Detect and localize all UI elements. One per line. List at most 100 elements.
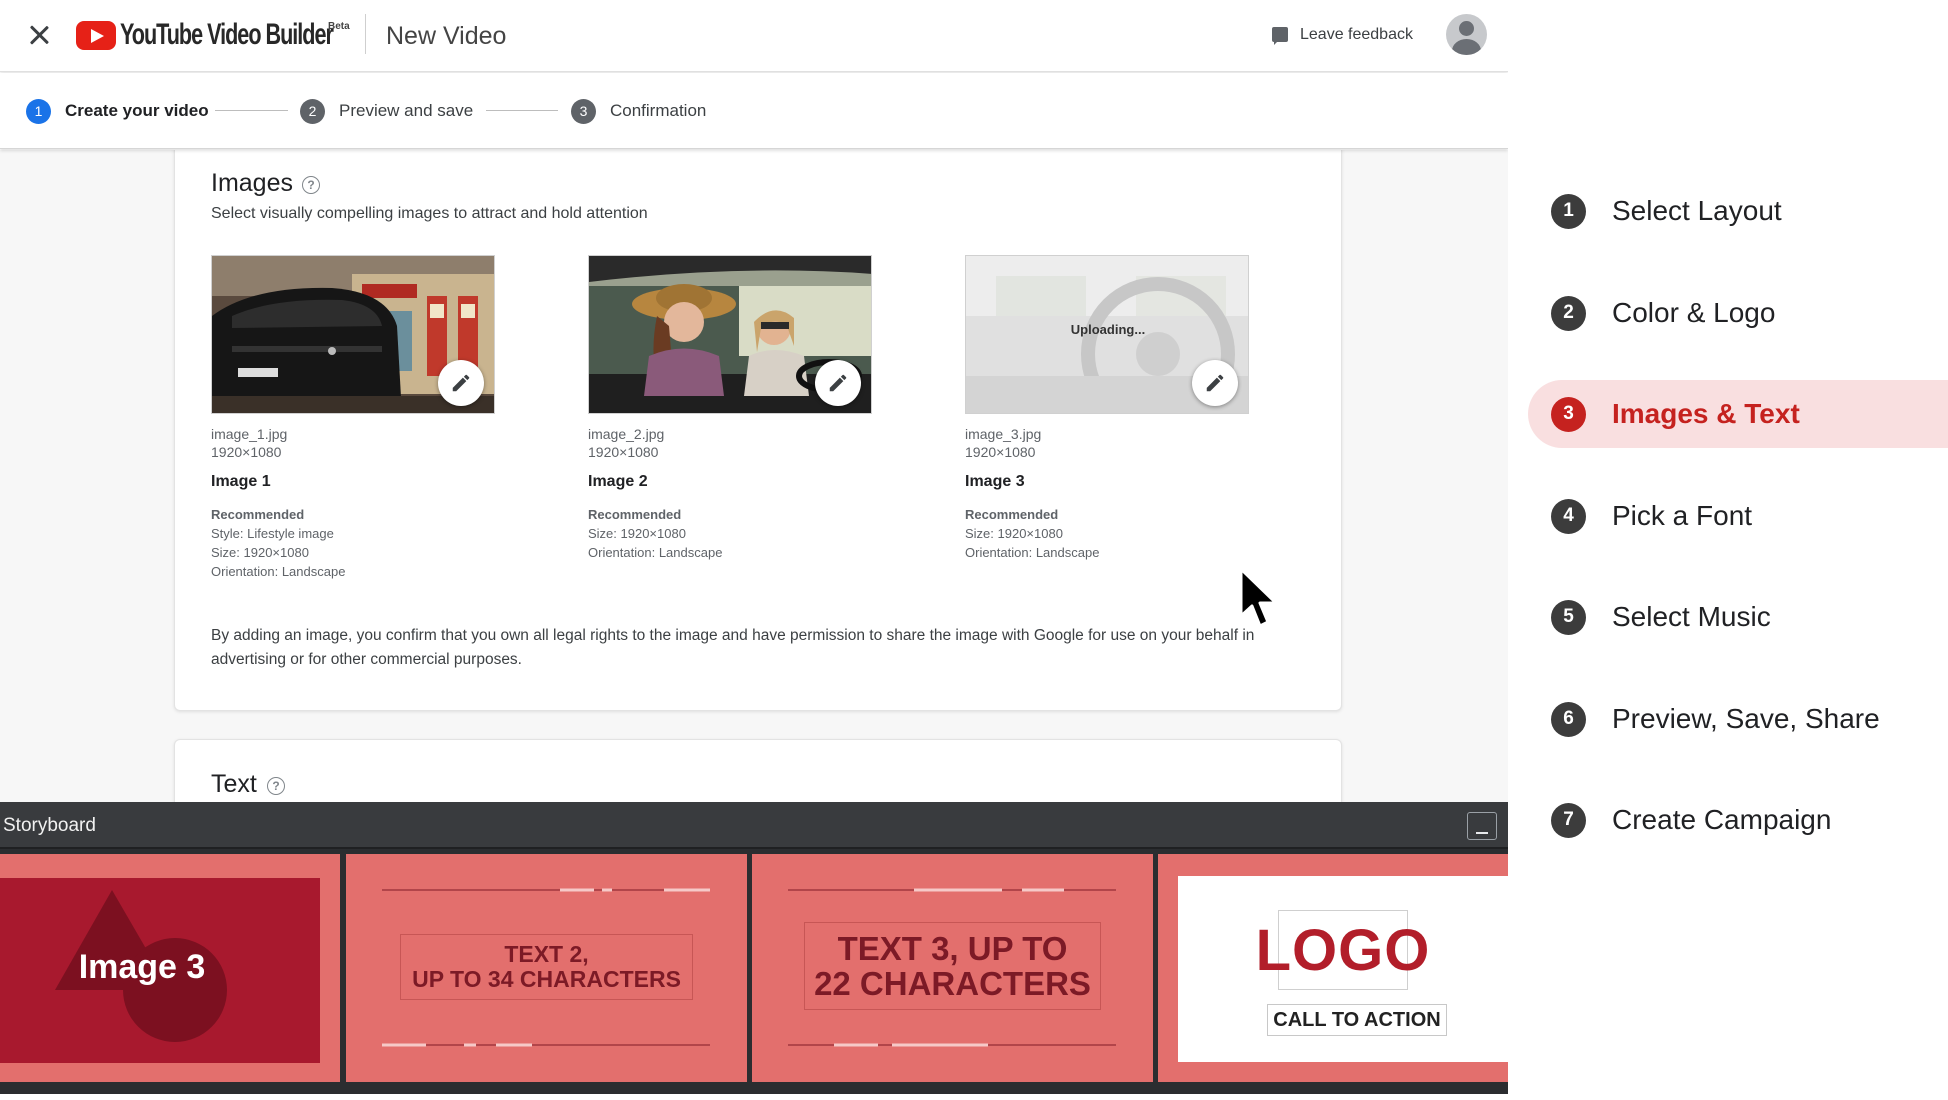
image-dimensions: 1920×1080 xyxy=(588,444,659,460)
help-icon[interactable]: ? xyxy=(302,176,320,194)
storyboard-header: Storyboard xyxy=(0,802,1508,849)
side-step-color-logo[interactable]: 2 Color & Logo xyxy=(1528,279,1948,347)
images-card: Images ? Select visually compelling imag… xyxy=(174,150,1342,711)
step-number: 3 xyxy=(571,98,596,124)
image-placeholder-label: Image 3 xyxy=(78,948,206,986)
side-step-number: 7 xyxy=(1551,802,1586,838)
side-step-number: 3 xyxy=(1551,396,1586,432)
storyboard-frame-1[interactable]: Image 3 xyxy=(0,854,340,1082)
image-placeholder: Image 3 xyxy=(0,878,320,1063)
step-connector xyxy=(486,110,558,111)
edit-image-button[interactable] xyxy=(438,360,484,406)
step-preview-and-save[interactable]: 2 Preview and save xyxy=(300,98,473,124)
mouse-cursor-icon xyxy=(1239,567,1278,628)
brand-name: YouTube Video Builder xyxy=(120,18,334,51)
side-step-label: Pick a Font xyxy=(1612,500,1753,531)
recommended-line: Size: 1920×1080 xyxy=(211,545,309,560)
side-step-preview-save-share[interactable]: 6 Preview, Save, Share xyxy=(1528,685,1948,753)
side-step-select-layout[interactable]: 1 Select Layout xyxy=(1528,177,1948,245)
side-step-number: 2 xyxy=(1551,295,1586,331)
storyboard-frame-2[interactable]: TEXT 2, UP TO 34 CHARACTERS xyxy=(346,854,747,1082)
image-slot-1: image_1.jpg 1920×1080 Image 1 Recommende… xyxy=(211,255,495,581)
youtube-logo-icon xyxy=(76,21,116,50)
images-section-title: Images xyxy=(211,169,293,197)
image-name: Image 1 xyxy=(211,473,271,490)
call-to-action-placeholder: CALL TO ACTION xyxy=(1267,1004,1447,1036)
beta-badge: Beta xyxy=(328,21,350,32)
side-step-label: Color & Logo xyxy=(1612,297,1776,328)
pencil-icon xyxy=(829,374,847,392)
storyboard-frame-4[interactable]: LOGO CALL TO ACTION xyxy=(1158,854,1508,1082)
header-divider xyxy=(365,14,366,54)
image-thumbnail[interactable] xyxy=(211,255,495,414)
uploading-label: Uploading... xyxy=(1070,322,1146,337)
side-step-pick-a-font[interactable]: 4 Pick a Font xyxy=(1528,482,1948,550)
step-label: Confirmation xyxy=(610,101,707,120)
step-create-your-video[interactable]: 1 Create your video xyxy=(26,98,209,124)
image-name: Image 3 xyxy=(965,473,1025,490)
side-step-number: 4 xyxy=(1551,498,1586,534)
text-3-placeholder: TEXT 3, UP TO 22 CHARACTERS xyxy=(804,922,1101,1010)
image-thumbnail[interactable] xyxy=(588,255,872,414)
recommended-line: Size: 1920×1080 xyxy=(965,526,1063,541)
storyboard-title: Storyboard xyxy=(3,815,96,836)
recommended-line: Size: 1920×1080 xyxy=(588,526,686,541)
minimize-icon[interactable] xyxy=(1467,812,1497,840)
storyboard-frame-3[interactable]: TEXT 3, UP TO 22 CHARACTERS xyxy=(752,854,1153,1082)
recommended-line: Style: Lifestyle image xyxy=(211,526,334,541)
edit-image-button[interactable] xyxy=(1192,360,1238,406)
pencil-icon xyxy=(1206,374,1224,392)
image-name: Image 2 xyxy=(588,473,648,490)
side-step-label: Images & Text xyxy=(1612,398,1800,429)
text-section-title: Text xyxy=(211,770,257,798)
image-dimensions: 1920×1080 xyxy=(211,444,282,460)
recommended-heading: Recommended xyxy=(965,507,1059,522)
step-connector xyxy=(215,110,288,111)
video-builder-app: YouTube Video Builder Beta New Video Lea… xyxy=(0,0,1508,1094)
side-step-create-campaign[interactable]: 7 Create Campaign xyxy=(1528,786,1948,854)
text-card: Text ? xyxy=(174,739,1342,802)
top-bar: YouTube Video Builder Beta New Video Lea… xyxy=(0,0,1508,72)
side-step-label: Create Campaign xyxy=(1612,804,1832,835)
step-label: Preview and save xyxy=(339,101,474,120)
image-filename: image_2.jpg xyxy=(588,426,665,442)
text-3-line-2: 22 CHARACTERS xyxy=(814,965,1091,1002)
feedback-icon[interactable] xyxy=(1272,27,1288,45)
recommended-heading: Recommended xyxy=(211,507,305,522)
image-filename: image_3.jpg xyxy=(965,426,1042,442)
page-title: New Video xyxy=(386,22,507,50)
text-2-placeholder: TEXT 2, UP TO 34 CHARACTERS xyxy=(400,934,693,1000)
main-content[interactable]: Images ? Select visually compelling imag… xyxy=(0,150,1508,802)
tutorial-steps-panel: 1 Select Layout 2 Color & Logo 3 Images … xyxy=(1508,0,1948,1100)
recommended-line: Orientation: Landscape xyxy=(588,545,723,560)
text-2-line-1: TEXT 2, xyxy=(504,941,589,967)
edit-image-button[interactable] xyxy=(815,360,861,406)
avatar[interactable] xyxy=(1446,14,1487,55)
images-section-description: Select visually compelling images to att… xyxy=(211,205,648,222)
recommended-line: Orientation: Landscape xyxy=(211,564,346,579)
step-label: Create your video xyxy=(65,101,209,120)
leave-feedback-link[interactable]: Leave feedback xyxy=(1300,26,1413,44)
recommended-line: Orientation: Landscape xyxy=(965,545,1100,560)
step-number: 2 xyxy=(300,98,325,124)
side-step-images-text[interactable]: 3 Images & Text xyxy=(1528,380,1948,448)
side-step-number: 1 xyxy=(1551,193,1586,229)
image-rights-disclaimer: By adding an image, you confirm that you… xyxy=(211,627,1255,668)
close-icon[interactable] xyxy=(24,20,54,50)
help-icon[interactable]: ? xyxy=(267,777,285,795)
image-thumbnail[interactable]: Uploading... xyxy=(965,255,1249,414)
side-step-label: Select Music xyxy=(1612,601,1771,632)
logo-placeholder: LOGO xyxy=(1256,910,1429,990)
text-3-line-1: TEXT 3, UP TO xyxy=(837,930,1068,967)
side-step-number: 6 xyxy=(1551,701,1586,737)
side-step-label: Preview, Save, Share xyxy=(1612,703,1880,734)
side-step-select-music[interactable]: 5 Select Music xyxy=(1528,583,1948,651)
image-filename: image_1.jpg xyxy=(211,426,288,442)
recommended-heading: Recommended xyxy=(588,507,682,522)
storyboard-panel: Storyboard Image 3 TEXT 2, UP TO 34 CHAR… xyxy=(0,802,1508,1094)
side-step-label: Select Layout xyxy=(1612,195,1782,226)
step-confirmation[interactable]: 3 Confirmation xyxy=(571,98,706,124)
progress-stepper: 1 Create your video 2 Preview and save 3… xyxy=(0,73,1508,149)
text-2-line-2: UP TO 34 CHARACTERS xyxy=(412,966,681,992)
step-number: 1 xyxy=(26,98,51,124)
